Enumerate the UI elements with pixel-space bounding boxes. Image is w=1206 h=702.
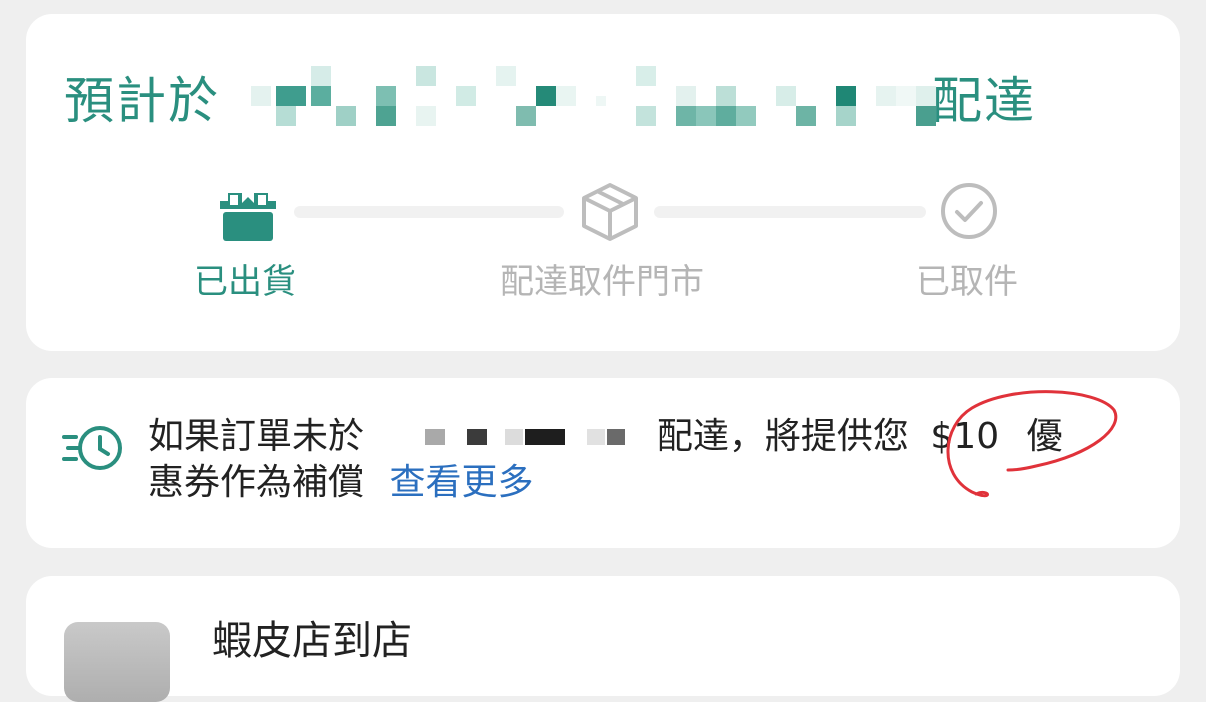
check-circle-icon — [939, 181, 999, 245]
shipped-box-icon — [220, 185, 276, 247]
progress-track-2 — [654, 206, 926, 218]
delivery-status-card: 預計於 配達 已出貨 配達取件門市 已取件 — [26, 14, 1180, 351]
eta-prefix: 預計於 — [64, 72, 220, 130]
store-thumbnail — [64, 622, 170, 702]
progress-track-1 — [294, 206, 564, 218]
see-more-link[interactable]: 查看更多 — [389, 462, 533, 503]
step-label-shipped: 已出貨 — [194, 262, 296, 302]
late-delivery-notice-card: 如果訂單未於 配達，將提供您 $10 優 惠券作為補償 查看更多 — [26, 378, 1180, 548]
pickup-store-card[interactable]: 蝦皮店到店 — [26, 576, 1180, 702]
notice-text-start: 如果訂單未於 — [148, 416, 365, 457]
notice-text-mid: 配達，將提供您 — [656, 416, 909, 457]
step-label-picked-up: 已取件 — [916, 262, 1018, 302]
step-label-arrived-store: 配達取件門市 — [500, 262, 704, 302]
store-name: 蝦皮店到店 — [212, 618, 412, 664]
notice-text-line2: 惠券作為補償 — [148, 462, 365, 503]
box-icon — [579, 181, 641, 247]
red-circle-annotation — [932, 384, 1122, 506]
eta-suffix: 配達 — [932, 72, 1036, 130]
redacted-date — [375, 414, 645, 460]
redacted-date — [251, 66, 936, 138]
fast-clock-icon — [62, 423, 124, 477]
